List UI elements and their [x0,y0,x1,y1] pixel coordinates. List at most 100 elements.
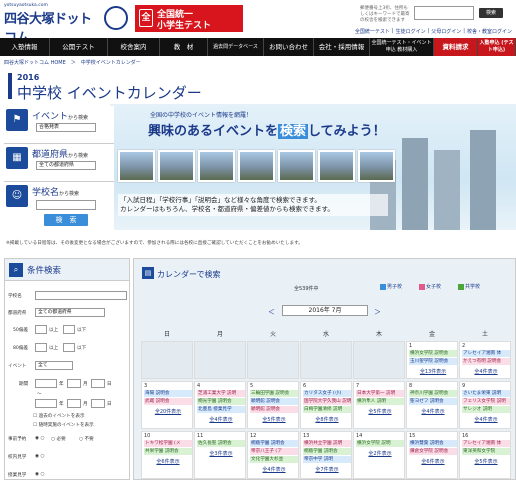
toplink-school-login[interactable]: 校舎・教室ログイン [467,28,512,35]
event-link[interactable]: 玉川聖学院 説明会 [409,358,457,365]
show-all-link[interactable]: 全2件表示 [356,450,404,457]
event-link[interactable]: カリタス女子 (小) [303,390,351,397]
show-all-link[interactable]: 全7件表示 [303,466,351,473]
nav-item-6[interactable]: 会社・採用情報 [314,38,370,56]
period-from-day[interactable] [91,379,105,388]
tour-radio[interactable]: ◉ ○ [35,454,44,459]
event-link[interactable]: 桐蔭学園 説明会 [250,440,298,447]
show-all-link[interactable]: 全8件表示 [303,416,351,423]
event-link[interactable]: 帝京八王子 (ア [250,448,298,455]
cond-event-select[interactable]: 全て [35,361,73,370]
dev80-min-input[interactable] [35,343,47,352]
legend-boys[interactable]: 男子校 [380,283,402,290]
dev80-max-input[interactable] [63,343,75,352]
event-link[interactable]: 横浜女学院 説明会 [409,350,457,357]
toplink-student-login[interactable]: 生徒ログイン [396,28,426,35]
legend-girls[interactable]: 女子校 [419,283,441,290]
event-link[interactable]: 武蔵 説明会 [144,398,192,405]
event-link[interactable]: 芝浦工業大学 説明 [197,390,245,397]
dev50-max-input[interactable] [63,325,75,334]
event-link[interactable]: 北豊島 授業見学 [197,406,245,413]
show-all-link[interactable]: 全5件表示 [356,408,404,415]
reserve-any-radio[interactable]: ◉ ○ [35,436,44,441]
period-to-day[interactable] [91,399,105,408]
cond-school-input[interactable] [35,291,127,300]
nav-item-3[interactable]: 教 材 [160,38,208,56]
show-all-link[interactable]: 全13件表示 [409,368,457,375]
dev50-min-input[interactable] [35,325,47,334]
show-all-link[interactable]: 全4件表示 [462,368,510,375]
nav-item-2[interactable]: 校舎案内 [108,38,160,56]
event-link[interactable]: 聖ヨゼフ 説明会 [409,398,457,405]
event-link[interactable]: 神奈川学園 説明会 [409,390,457,397]
nav-item-8[interactable]: 資料請求 [434,38,478,56]
event-link[interactable]: 文化学園大杉並 [250,456,298,463]
show-all-link[interactable]: 全20件表示 [144,408,192,415]
show-all-link[interactable]: 全6件表示 [409,458,457,465]
show-all-link[interactable]: 全3件表示 [197,450,245,457]
reserve-not-required-radio[interactable]: ○ 不要 [79,436,94,442]
event-link[interactable]: 日本大学第一 説明 [356,390,404,397]
nav-item-7[interactable]: 全国統一テスト・イベント申込 教材購入 [370,38,434,56]
show-all-link[interactable]: 全6件表示 [144,458,192,465]
show-all-link[interactable]: 全4件表示 [250,466,298,473]
event-link[interactable]: 帝京中学 説明 [303,456,351,463]
event-link[interactable]: 共栄学園 説明会 [144,448,192,455]
site-search-button[interactable]: 検索 [479,8,503,18]
prefecture-select[interactable]: 全ての都道府県 [36,161,96,170]
event-link[interactable]: フェリス女学院 説明 [462,398,510,405]
breadcrumb[interactable]: 四谷大塚ドットコム HOME ＞ 中学校イベントカレンダー [4,59,141,66]
show-all-link[interactable]: 全4件表示 [409,408,457,415]
event-link[interactable]: 横浜隼人 説明 [356,398,404,405]
event-link[interactable]: サレジオ 説明 [462,406,510,413]
show-all-link[interactable]: 全4件表示 [197,416,245,423]
event-link[interactable]: さいたま栄東 説明 [462,390,510,397]
show-all-link[interactable]: 全5件表示 [250,416,298,423]
event-link[interactable]: アレセイア湘南 体 [462,440,510,447]
legend-coed[interactable]: 共学校 [458,283,480,290]
quick-search-button[interactable]: 検 索 [44,214,88,226]
event-select[interactable]: 合格発表 [36,123,96,132]
event-link[interactable]: 横浜共立学園 説明 [303,440,351,447]
period-to-year[interactable] [35,399,57,408]
admission-radio[interactable]: ◉ ○ [35,472,44,477]
event-link[interactable]: 鎌倉女学院 説明会 [409,448,457,455]
site-search-input[interactable] [414,6,474,20]
event-link[interactable]: アレセイア湘南 体 [462,350,510,357]
toplink-parent-login[interactable]: 父母ログイン [431,28,461,35]
nav-item-4[interactable]: 過去問データベース [208,38,264,56]
calendar-day[interactable]: 1 横浜女学院 説明会 玉川聖学院 説明会 全13件表示 [406,341,458,379]
prev-month-button[interactable]: ＜ [268,307,275,317]
nav-item-9[interactable]: 入塾申込 (テスト申込) [478,38,516,56]
event-link[interactable]: トキワ松学園 (メ [144,440,192,447]
calendar-day[interactable]: 2 アレセイア湘南 体かえつ有明 説明会 全4件表示 [459,341,511,379]
cond-pref-select[interactable]: 全ての都道府県 [35,308,105,317]
next-month-button[interactable]: ＞ [374,307,381,317]
anytime-event-checkbox[interactable]: ☐ 随時実施のイベントを表示 [33,422,94,428]
event-link[interactable]: 横浜雙葉 説明会 [409,440,457,447]
site-logo[interactable]: yotsuyaotsuka.com 四谷大塚ドットコム 中学受験なら四谷大塚ドッ… [4,3,102,52]
event-link[interactable]: 海陽 説明会 [144,390,192,397]
event-link[interactable]: かえつ有明 説明会 [462,358,510,365]
event-link[interactable]: 桐光学園 説明会 [197,398,245,405]
reserve-required-radio[interactable]: ○ 必要 [51,436,66,442]
period-from-year[interactable] [35,379,57,388]
show-all-link[interactable]: 全4件表示 [462,416,510,423]
period-to-month[interactable] [67,399,81,408]
event-link[interactable]: 三輪田学園 説明会 [250,390,298,397]
event-link[interactable]: 白梅学園清修 説明 [303,406,351,413]
toplink-test[interactable]: 全国統一テスト [355,28,390,35]
event-link[interactable]: 国学院大学久我山 説明 [303,398,351,405]
past-event-checkbox[interactable]: ☐ 過去のイベントを表示 [33,413,85,419]
national-test-banner[interactable]: 全 全国統一 小学生テスト [135,5,243,32]
event-link[interactable]: 穎明館 説明会 [250,406,298,413]
event-link[interactable]: 東洋英和女学院 [462,448,510,455]
nav-item-0[interactable]: 入塾情報 [0,38,50,56]
period-from-month[interactable] [67,379,81,388]
nav-item-5[interactable]: お問い合わせ [264,38,314,56]
event-link[interactable]: 横浜女学院 説明 [356,440,404,447]
event-link[interactable]: 穎明館 説明会 [250,398,298,405]
show-all-link[interactable]: 全5件表示 [462,458,510,465]
event-link[interactable]: 佐久長聖 説明会 [197,440,245,447]
event-link[interactable]: 桐蔭学園 説明会 [303,448,351,455]
